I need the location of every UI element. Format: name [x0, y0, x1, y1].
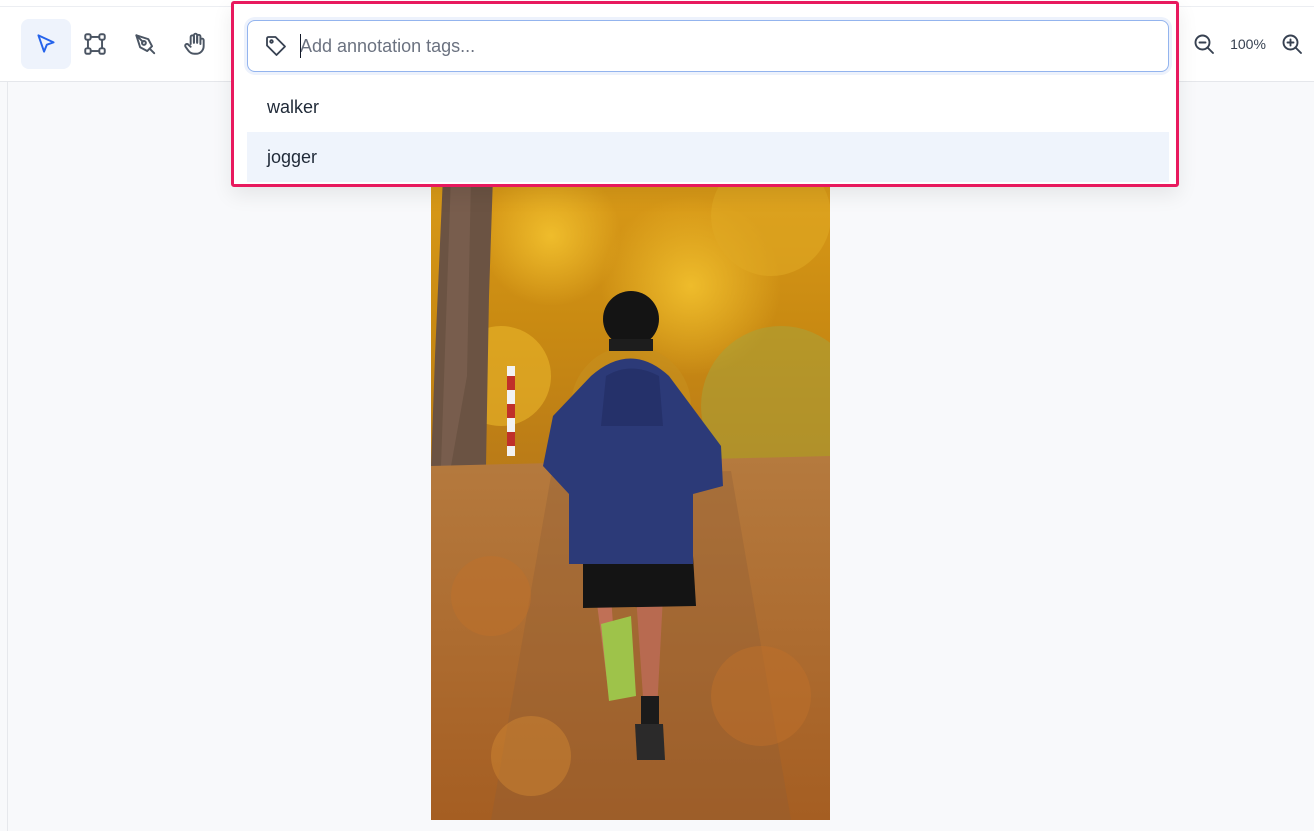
tag-dropdown-panel: walker jogger [231, 1, 1179, 187]
tag-search-input[interactable] [300, 30, 1150, 62]
pen-tool-button[interactable] [120, 19, 170, 69]
tag-option-walker[interactable]: walker [247, 82, 1169, 132]
pointer-arrow-icon [37, 34, 55, 53]
canvas-border [7, 82, 8, 831]
tag-icon [266, 36, 286, 56]
zoom-out-icon [1194, 34, 1214, 54]
hand-icon [184, 32, 205, 55]
tag-option-label: jogger [267, 146, 318, 167]
canvas-image[interactable] [431, 176, 830, 820]
tag-option-jogger[interactable]: jogger [247, 132, 1169, 182]
bounding-box-icon [84, 33, 106, 55]
zoom-out-button[interactable] [1188, 28, 1220, 60]
text-caret [300, 34, 301, 58]
photo-image [431, 176, 830, 820]
pen-nib-icon [135, 34, 156, 55]
zoom-in-icon [1282, 34, 1302, 54]
select-tool-button[interactable] [21, 19, 71, 69]
tag-option-label: walker [267, 96, 320, 117]
zoom-in-button[interactable] [1276, 28, 1308, 60]
pan-tool-button[interactable] [170, 19, 220, 69]
annotation-app: 100% Add annotation tags... walker jogge… [0, 0, 1314, 831]
tag-input-wrapper[interactable] [247, 20, 1169, 72]
bounding-box-tool-button[interactable] [70, 19, 120, 69]
zoom-level: 100% [1230, 36, 1266, 52]
